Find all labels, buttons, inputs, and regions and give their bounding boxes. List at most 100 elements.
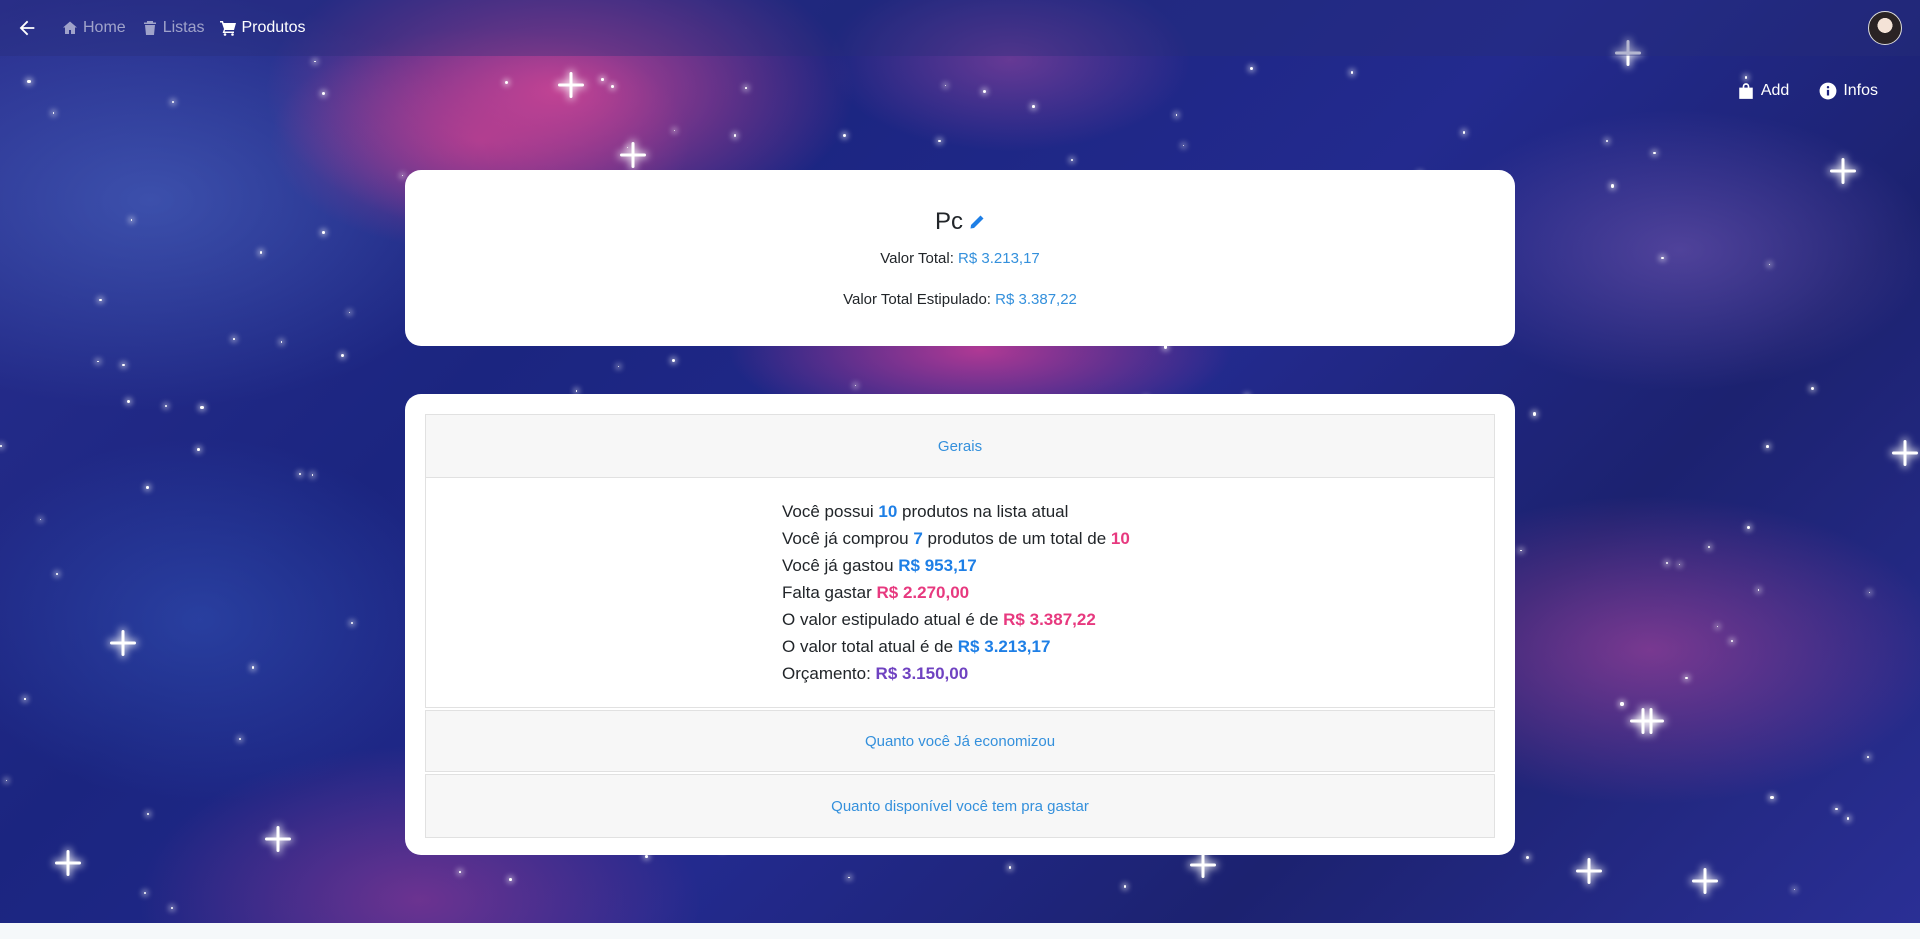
star-dot — [1071, 158, 1074, 161]
star-dot — [744, 87, 747, 89]
stats-list: Você possui 10 produtos na lista atual V… — [782, 498, 1138, 707]
star-dot — [945, 85, 947, 87]
star-dot — [509, 877, 513, 881]
estimated-value-line: Valor Total Estipulado: R$ 3.387,22 — [405, 291, 1515, 308]
sparkle-star — [620, 142, 646, 168]
star-dot — [1757, 589, 1760, 591]
total-value: R$ 3.213,17 — [958, 250, 1040, 267]
star-dot — [1810, 386, 1814, 391]
nav-link-listas[interactable]: Listas — [142, 19, 204, 37]
star-dot — [122, 364, 125, 367]
star-dot — [1717, 626, 1719, 628]
star-dot — [1249, 66, 1254, 70]
star-dot — [1462, 131, 1466, 135]
accordion-header-disponivel[interactable]: Quanto disponível você tem pra gastar — [425, 774, 1495, 838]
star-dot — [351, 622, 354, 625]
sparkle-star — [265, 826, 291, 852]
star-dot — [1606, 140, 1609, 143]
star-dot — [575, 390, 578, 392]
star-dot — [348, 311, 350, 313]
stat-remaining: Falta gastar R$ 2.270,00 — [782, 583, 970, 602]
star-dot — [1793, 889, 1795, 891]
star-dot — [147, 813, 150, 816]
star-dot — [340, 354, 344, 358]
page-title: Pc — [935, 208, 985, 236]
cart-icon — [220, 21, 237, 36]
star-dot — [5, 779, 8, 781]
accordion-body-gerais: Você possui 10 produtos na lista atual V… — [425, 478, 1495, 708]
star-dot — [842, 133, 846, 137]
pencil-icon[interactable] — [969, 214, 985, 230]
list-summary-card: Pc Valor Total: R$ 3.213,17 Valor Total … — [405, 170, 1515, 346]
avatar[interactable] — [1868, 11, 1902, 45]
stat-products-count: Você possui 10 produtos na lista atual — [782, 502, 1069, 521]
star-dot — [172, 100, 175, 103]
star-dot — [1660, 256, 1664, 260]
star-dot — [1765, 444, 1769, 448]
sparkle-star — [1190, 852, 1216, 878]
star-dot — [1866, 756, 1869, 759]
star-dot — [982, 90, 986, 94]
star-dot — [1653, 151, 1656, 154]
star-dot — [197, 447, 200, 451]
sparkle-star — [1892, 440, 1918, 466]
star-dot — [130, 219, 132, 221]
star-dot — [1685, 677, 1688, 680]
stat-spent: Você já gastou R$ 953,17 — [782, 556, 977, 575]
star-dot — [854, 385, 856, 387]
stat-estimated: O valor estipulado atual é de R$ 3.387,2… — [782, 610, 1096, 629]
star-dot — [1525, 855, 1529, 860]
star-dot — [1610, 184, 1614, 188]
star-dot — [233, 338, 235, 341]
accordion-header-economizou-label: Quanto você Já economizou — [864, 732, 1056, 750]
nav-link-home-label: Home — [83, 19, 126, 36]
sparkle-star — [1830, 158, 1856, 184]
star-dot — [1747, 526, 1751, 529]
accordion-header-economizou[interactable]: Quanto você Já economizou — [425, 710, 1495, 772]
total-label: Valor Total: — [880, 250, 954, 267]
shopping-bag-icon — [1739, 83, 1753, 99]
estimated-label: Valor Total Estipulado: — [843, 291, 991, 308]
infos-button[interactable]: Infos — [1819, 82, 1878, 100]
star-dot — [1707, 545, 1710, 549]
sparkle-star — [1576, 858, 1602, 884]
star-dot — [1350, 71, 1354, 75]
star-dot — [0, 445, 2, 447]
page-actions: Add Infos — [1737, 82, 1878, 100]
star-dot — [601, 78, 604, 81]
star-dot — [733, 134, 737, 137]
stat-purchased-count: Você já comprou 7 produtos de um total d… — [782, 529, 1130, 548]
nav-link-produtos[interactable]: Produtos — [220, 19, 306, 37]
star-dot — [459, 871, 461, 873]
star-dot — [645, 855, 648, 859]
star-dot — [1769, 264, 1771, 266]
star-dot — [618, 365, 620, 367]
star-dot — [170, 906, 173, 910]
sparkle-star — [55, 850, 81, 876]
home-icon — [63, 21, 77, 34]
star-dot — [322, 91, 326, 96]
star-dot — [1666, 562, 1669, 565]
star-dot — [611, 84, 614, 88]
star-dot — [1008, 866, 1011, 869]
back-arrow-icon[interactable] — [16, 16, 40, 40]
stat-budget: Orçamento: R$ 3.150,00 — [782, 664, 969, 683]
info-icon — [1819, 82, 1837, 100]
star-dot — [1868, 592, 1870, 594]
star-dot — [146, 486, 149, 489]
star-dot — [673, 129, 675, 132]
star-dot — [314, 60, 316, 63]
star-dot — [40, 519, 42, 521]
star-dot — [671, 359, 675, 363]
accordion-header-gerais[interactable]: Gerais — [425, 414, 1495, 478]
star-dot — [1745, 76, 1748, 79]
sparkle-star — [558, 72, 584, 98]
add-button[interactable]: Add — [1737, 82, 1789, 100]
star-dot — [1620, 702, 1624, 706]
sparkle-star — [1692, 868, 1718, 894]
star-dot — [280, 341, 283, 343]
accordion-header-gerais-label: Gerais — [937, 437, 983, 455]
add-button-label: Add — [1760, 82, 1790, 99]
infos-button-label: Infos — [1843, 82, 1878, 99]
nav-link-home[interactable]: Home — [62, 19, 126, 37]
